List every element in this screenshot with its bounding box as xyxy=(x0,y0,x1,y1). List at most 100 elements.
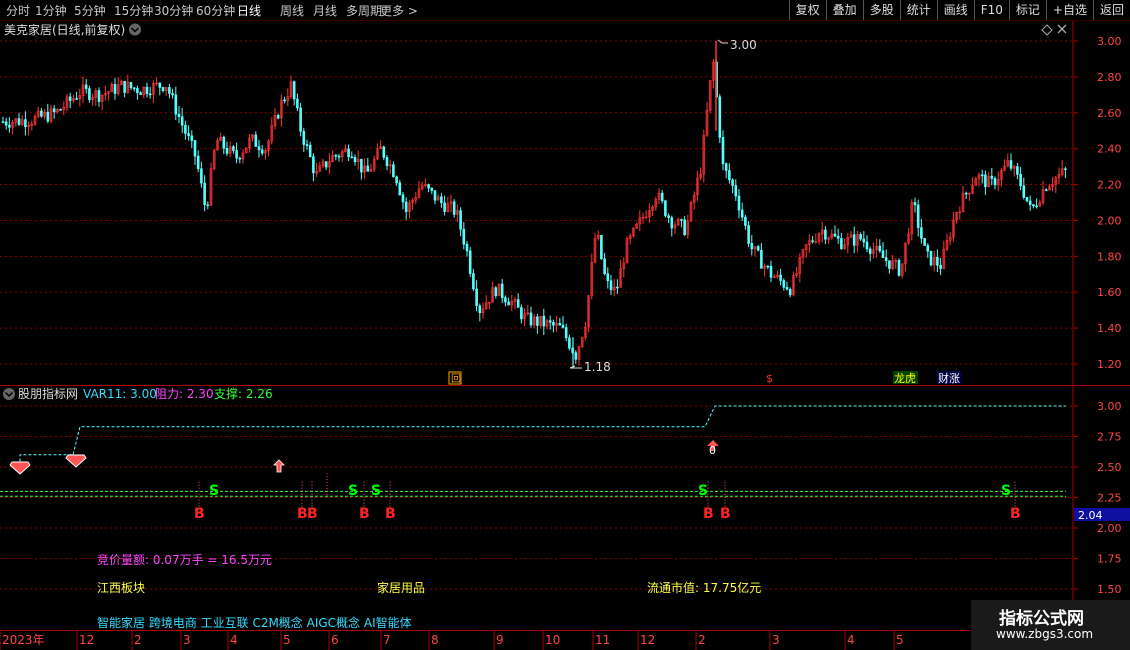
candle xyxy=(72,94,75,103)
sell-signal: S xyxy=(371,483,381,499)
buy-signal: B xyxy=(307,506,318,522)
toolbar-button[interactable]: F10 xyxy=(973,0,1009,20)
candle xyxy=(814,233,818,244)
candle xyxy=(868,246,872,262)
dollar-marker[interactable]: $ xyxy=(766,372,773,385)
period-tab[interactable]: 5分钟 xyxy=(74,2,106,19)
candle xyxy=(196,150,200,173)
indicator-dropdown-icon[interactable] xyxy=(3,388,15,400)
candle xyxy=(958,206,962,220)
candle xyxy=(1038,199,1042,208)
period-tab[interactable]: 周线 xyxy=(280,2,304,19)
candle xyxy=(401,191,405,210)
candle xyxy=(75,91,78,100)
candle xyxy=(254,131,258,147)
candle xyxy=(1041,180,1045,206)
toolbar-button[interactable]: 标记 xyxy=(1008,0,1046,20)
candle xyxy=(4,117,8,130)
candle xyxy=(888,260,891,274)
candle xyxy=(910,199,914,241)
candle xyxy=(705,101,709,137)
candle xyxy=(206,201,210,210)
candle xyxy=(36,106,40,119)
sell-signal: S xyxy=(698,483,708,499)
candle xyxy=(1000,168,1003,187)
close-icon[interactable] xyxy=(1057,24,1067,34)
candle xyxy=(420,181,424,191)
candle xyxy=(40,107,43,118)
candle xyxy=(446,196,450,213)
candle xyxy=(763,263,766,277)
candle xyxy=(161,86,165,93)
indicator-name[interactable]: 股朋指标网 xyxy=(18,386,78,401)
toolbar-button[interactable]: 多股 xyxy=(862,0,900,20)
period-tab[interactable]: 日线 xyxy=(237,2,261,19)
period-tab[interactable]: 15分钟 xyxy=(114,2,153,19)
indicator-tick-label: 2.50 xyxy=(1097,461,1122,474)
toolbar-button[interactable]: 返回 xyxy=(1092,0,1130,20)
candle xyxy=(145,82,149,98)
candle xyxy=(782,278,786,291)
candle xyxy=(897,258,901,277)
price-tick-label: 2.60 xyxy=(1097,107,1122,120)
time-label: 2 xyxy=(698,633,706,647)
toolbar-button[interactable]: 叠加 xyxy=(825,0,863,20)
candle xyxy=(987,172,990,188)
period-tab[interactable]: 60分钟 xyxy=(196,2,235,19)
candle xyxy=(356,150,360,170)
candle xyxy=(993,176,997,190)
period-tab[interactable]: 1分钟 xyxy=(35,2,67,19)
support-label: 支撑: 2.26 xyxy=(214,386,273,401)
candle xyxy=(644,210,648,219)
period-tab[interactable]: 更多 > xyxy=(380,2,418,19)
candle xyxy=(273,108,277,130)
toolbar-button[interactable]: 统计 xyxy=(899,0,937,20)
candle xyxy=(724,162,728,179)
candle xyxy=(190,130,194,148)
candle xyxy=(17,112,21,126)
candle xyxy=(283,96,286,104)
candle xyxy=(708,80,712,114)
candle xyxy=(65,93,69,112)
toolbar-button[interactable]: 画线 xyxy=(936,0,974,20)
candle xyxy=(465,241,469,257)
price-tick-label: 2.20 xyxy=(1097,179,1122,192)
candle xyxy=(529,306,533,328)
candle xyxy=(606,267,610,289)
candle xyxy=(686,214,690,239)
diamond-icon[interactable] xyxy=(1041,24,1053,36)
time-label: 5 xyxy=(896,633,904,647)
hui-marker[interactable]: 回 xyxy=(448,371,462,385)
candle xyxy=(481,302,485,319)
chart-title-dropdown-icon[interactable] xyxy=(129,23,141,36)
longhu-marker[interactable]: 龙虎 xyxy=(893,371,918,385)
candle xyxy=(27,121,30,136)
period-tab[interactable]: 月线 xyxy=(313,2,337,19)
candle xyxy=(523,308,526,326)
toolbar-button[interactable]: +自选 xyxy=(1045,0,1093,20)
time-label: 9 xyxy=(496,633,504,647)
candle xyxy=(526,304,530,316)
candle xyxy=(1,116,5,124)
caizhang-marker[interactable]: 财涨 xyxy=(937,371,962,385)
candle xyxy=(792,271,795,297)
candle xyxy=(30,120,34,131)
chart-title[interactable]: 美克家居(日线,前复权) xyxy=(4,22,125,37)
period-tab[interactable]: 分时 xyxy=(6,2,30,19)
candle xyxy=(852,226,856,254)
candle xyxy=(769,260,773,283)
period-tab[interactable]: 多周期 xyxy=(346,2,382,19)
candle xyxy=(961,185,965,213)
toolbar-button[interactable]: 复权 xyxy=(788,0,826,20)
candle xyxy=(308,141,312,158)
candle xyxy=(776,270,779,279)
candle xyxy=(129,81,133,91)
candle xyxy=(590,253,594,300)
candle xyxy=(577,345,581,366)
candle xyxy=(520,304,523,324)
candle xyxy=(568,334,571,351)
time-label: 7 xyxy=(383,633,391,647)
candle xyxy=(833,225,837,237)
period-tab[interactable]: 30分钟 xyxy=(154,2,193,19)
candle xyxy=(667,213,670,223)
